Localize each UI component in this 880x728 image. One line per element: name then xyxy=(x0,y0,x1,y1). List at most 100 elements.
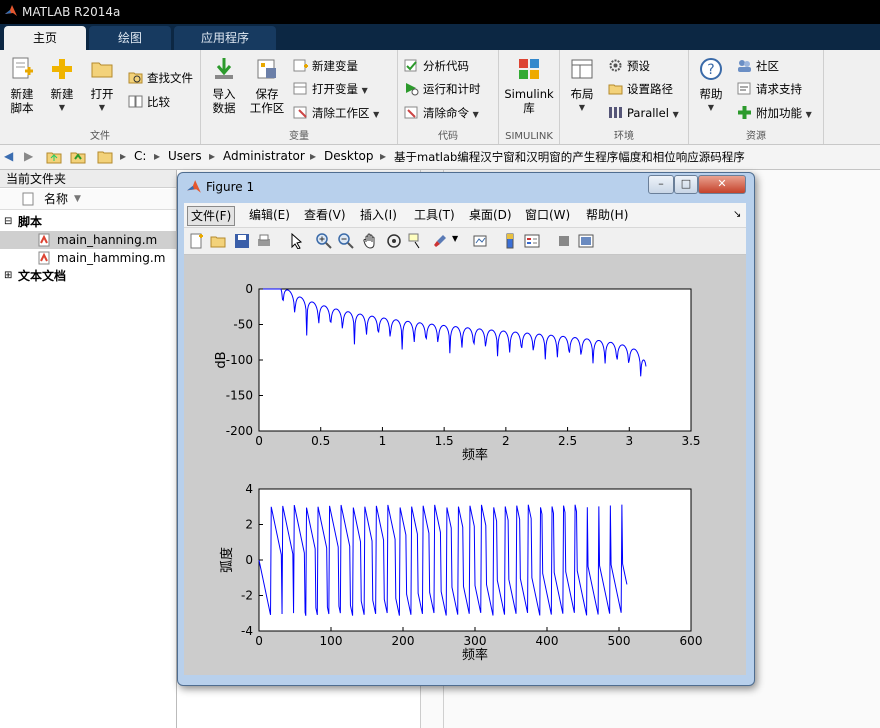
new-button[interactable]: 新建 ▼ xyxy=(44,54,80,115)
help-button[interactable]: ? 帮助 ▼ xyxy=(693,54,729,115)
menu-file[interactable]: 文件(F) xyxy=(187,206,236,226)
tab-home[interactable]: 主页 xyxy=(4,26,86,50)
menu-edit[interactable]: 编辑(E) xyxy=(246,206,293,224)
parallel-button[interactable]: Parallel ▼ xyxy=(608,103,679,123)
list-item[interactable]: main_hamming.m xyxy=(0,249,176,267)
support-icon xyxy=(737,82,751,95)
menu-view[interactable]: 查看(V) xyxy=(301,206,349,224)
show-plot-tools-icon[interactable] xyxy=(578,233,594,249)
simulink-icon xyxy=(519,59,539,79)
x-tick-label: 400 xyxy=(536,634,559,648)
clear-commands-dropdown-arrow[interactable]: ▼ xyxy=(473,110,479,119)
add-ons-button[interactable]: 附加功能 ▼ xyxy=(737,103,812,123)
axes-magnitude[interactable]: 0 0.5 1 1.5 2 2.5 3 3.5 0 -50 -100 -150 -200 频率 dB xyxy=(214,282,701,463)
save-workspace-icon xyxy=(257,59,276,79)
open-variable-button[interactable]: 打开变量 ▼ xyxy=(293,79,368,99)
expand-icon[interactable]: ⊞ xyxy=(4,267,12,285)
link-plot-icon[interactable] xyxy=(472,233,488,249)
save-label: 保存 xyxy=(255,87,279,101)
figure-canvas[interactable]: 0 0.5 1 1.5 2 2.5 3 3.5 0 -50 -100 -150 -200 频率 dB 0… xyxy=(184,255,746,675)
request-support-button[interactable]: 请求支持 xyxy=(737,79,802,99)
preferences-button[interactable]: 预设 xyxy=(608,56,650,76)
zoom-in-icon[interactable] xyxy=(316,233,332,249)
new-script-button[interactable]: 新建 脚本 xyxy=(4,54,40,115)
close-button[interactable]: ✕ xyxy=(698,175,746,194)
menu-overflow-icon[interactable]: ↘ xyxy=(730,206,744,224)
simulink-library-button[interactable]: Simulink 库 xyxy=(503,54,555,115)
x-tick-label: 0 xyxy=(255,634,263,648)
open-variable-dropdown-arrow[interactable]: ▼ xyxy=(362,86,368,95)
pan-hand-icon[interactable] xyxy=(362,233,378,249)
open-file-icon[interactable] xyxy=(210,233,226,249)
menu-window[interactable]: 窗口(W) xyxy=(522,206,573,224)
tree-group-scripts[interactable]: ⊟ 脚本 xyxy=(0,213,176,231)
figure-window[interactable]: Figure 1 – □ ✕ 文件(F) 编辑(E) 查看(V) 插入(I) 工… xyxy=(177,172,755,686)
clear-workspace-button[interactable]: 清除工作区 ▼ xyxy=(293,103,379,123)
svg-text:?: ? xyxy=(707,62,714,78)
rotate-3d-icon[interactable] xyxy=(386,233,402,249)
clear-commands-button[interactable]: 清除命令 ▼ xyxy=(404,103,479,123)
set-path-button[interactable]: 设置路径 xyxy=(608,79,673,99)
new-script-label: 新建 xyxy=(10,87,34,101)
find-files-label: 查找文件 xyxy=(147,71,193,85)
colorbar-icon[interactable] xyxy=(502,233,518,249)
add-ons-dropdown-arrow[interactable]: ▼ xyxy=(806,110,812,119)
zoom-out-icon[interactable] xyxy=(338,233,354,249)
breadcrumb-users[interactable]: Users xyxy=(168,149,202,163)
layout-icon xyxy=(571,59,593,79)
collapse-icon[interactable]: ⊟ xyxy=(4,213,12,231)
brush-dropdown-arrow[interactable]: ▼ xyxy=(452,234,458,243)
tree-group-label: 文本文档 xyxy=(18,269,67,283)
y-tick-label: 2 xyxy=(245,518,253,532)
breadcrumb-project-folder[interactable]: 基于matlab编程汉宁窗和汉明窗的产生程序幅度和相位响应源码程序 xyxy=(394,149,745,165)
breadcrumb-desktop[interactable]: Desktop xyxy=(324,149,374,163)
compare-button[interactable]: 比较 xyxy=(128,92,170,112)
import-data-button[interactable]: 导入 数据 xyxy=(205,54,243,115)
up-folder-icon[interactable] xyxy=(46,149,62,165)
current-folder-title: 当前文件夹 xyxy=(0,170,176,188)
open-button[interactable]: 打开 ▼ xyxy=(84,54,120,115)
axes-phase[interactable]: 0 100 200 300 400 500 600 4 2 0 -2 -4 频率 弧度 xyxy=(219,482,702,663)
minimize-button[interactable]: – xyxy=(648,175,674,194)
pointer-icon[interactable] xyxy=(288,233,304,249)
analyze-code-button[interactable]: 分析代码 xyxy=(404,56,469,76)
sort-arrow-icon: ▼ xyxy=(74,194,81,204)
find-files-button[interactable]: 查找文件 xyxy=(128,68,193,88)
breadcrumb-administrator[interactable]: Administrator xyxy=(223,149,305,163)
layout-button[interactable]: 布局 ▼ xyxy=(564,54,600,115)
data-cursor-icon[interactable] xyxy=(408,233,424,249)
back-arrow-icon[interactable]: ◀ xyxy=(4,149,13,165)
figure-titlebar[interactable]: Figure 1 – □ ✕ xyxy=(178,173,754,201)
menu-help[interactable]: 帮助(H) xyxy=(583,206,631,224)
x-tick-label: 2 xyxy=(502,434,510,448)
run-and-time-button[interactable]: 运行和计时 xyxy=(404,79,481,99)
community-button[interactable]: 社区 xyxy=(737,56,779,76)
new-variable-button[interactable]: 新建变量 xyxy=(293,56,358,76)
tab-plots[interactable]: 绘图 xyxy=(89,26,171,50)
address-bar: ◀ ▶ ▸ C: ▸ Users ▸ Administrator ▸ Deskt… xyxy=(0,145,880,170)
parallel-label: Parallel xyxy=(627,106,669,120)
forward-arrow-icon[interactable]: ▶ xyxy=(24,149,33,165)
new-figure-icon[interactable] xyxy=(188,233,204,249)
legend-icon[interactable] xyxy=(524,233,540,249)
brush-icon[interactable] xyxy=(432,233,448,249)
name-column-header[interactable]: 名称 ▼ xyxy=(0,189,176,210)
breadcrumb-drive[interactable]: C: xyxy=(134,149,146,163)
print-icon[interactable] xyxy=(256,233,272,249)
maximize-button[interactable]: □ xyxy=(674,175,698,194)
figure-plots[interactable]: 0 0.5 1 1.5 2 2.5 3 3.50-50-100-150-200 频率 dB 0… xyxy=(184,255,746,675)
parallel-dropdown-arrow[interactable]: ▼ xyxy=(673,110,679,119)
hide-plot-tools-icon[interactable] xyxy=(556,233,572,249)
save-workspace-button[interactable]: 保存 工作区 xyxy=(245,54,289,115)
tree-group-text-documents[interactable]: ⊞ 文本文档 xyxy=(0,267,176,285)
browse-folder-icon[interactable] xyxy=(70,149,86,165)
plus-icon xyxy=(52,59,72,79)
menu-tools[interactable]: 工具(T) xyxy=(411,206,458,224)
figure-title: Figure 1 xyxy=(206,180,255,194)
tab-apps[interactable]: 应用程序 xyxy=(174,26,276,50)
menu-desktop[interactable]: 桌面(D) xyxy=(466,206,515,224)
save-icon[interactable] xyxy=(234,233,250,249)
list-item[interactable]: main_hanning.m xyxy=(0,231,176,249)
menu-insert[interactable]: 插入(I) xyxy=(357,206,400,224)
clear-workspace-dropdown-arrow[interactable]: ▼ xyxy=(373,110,379,119)
